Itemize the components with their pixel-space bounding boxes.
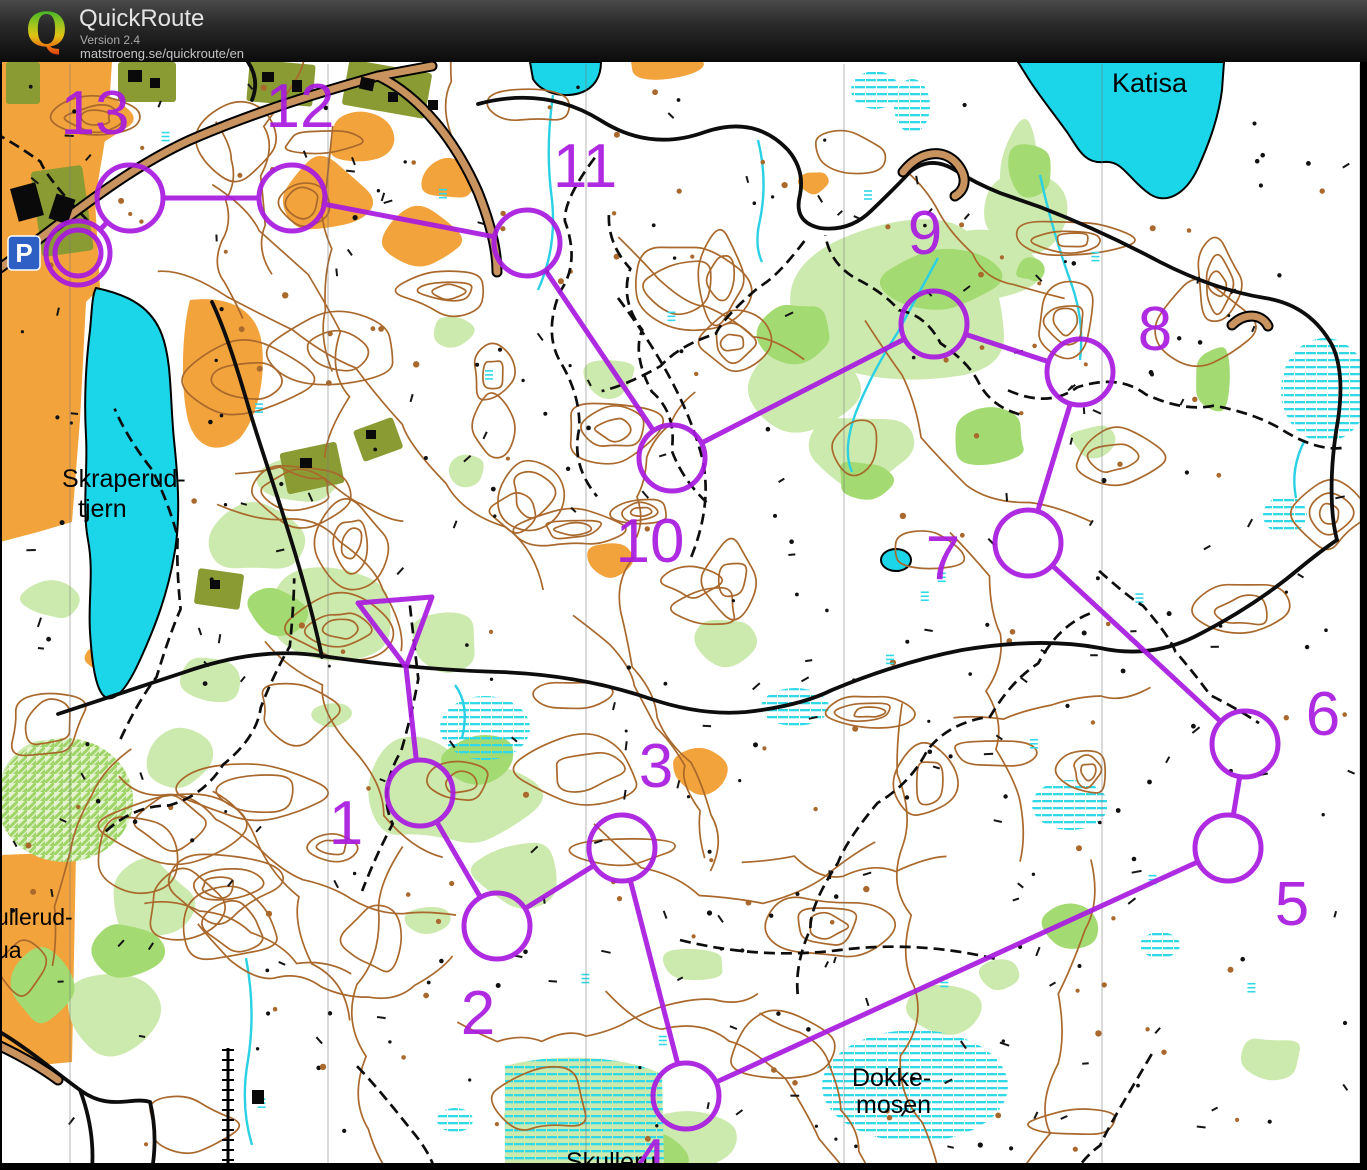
quickroute-logo-icon: Q xyxy=(26,2,67,60)
control-number: 8 xyxy=(1138,295,1172,364)
control-number: 13 xyxy=(61,79,130,148)
quickroute-window: Q QuickRoute Version 2.4 matstroeng.se/q… xyxy=(0,0,1367,1170)
course-leg xyxy=(101,223,106,228)
app-version: Version 2.4 xyxy=(80,33,140,47)
map-canvas[interactable]: Katisa Skraperud-tjern ullerud-ua Dokke-mos… xyxy=(0,0,1367,1170)
control-number: 6 xyxy=(1306,680,1340,749)
place-label: Skraperud- xyxy=(62,465,186,493)
control-number: 1 xyxy=(329,789,363,858)
control-number: 9 xyxy=(908,199,942,268)
control-number: 2 xyxy=(461,979,495,1048)
control-number: 3 xyxy=(639,732,673,801)
place-label: Katisa xyxy=(1112,68,1188,98)
place-label: Dokke- xyxy=(852,1064,931,1092)
place-label: tjern xyxy=(78,495,127,523)
place-label: mosen xyxy=(856,1091,931,1119)
map-paper xyxy=(0,62,1367,1170)
control-number: 7 xyxy=(926,524,960,593)
place-label: ua xyxy=(0,937,22,963)
control-number: 11 xyxy=(553,132,617,201)
app-title: QuickRoute xyxy=(79,5,204,33)
control-number: 10 xyxy=(616,507,685,576)
app-url: matstroeng.se/quickroute/en xyxy=(80,46,244,61)
parking-symbol-layer: P xyxy=(8,236,40,270)
parking-letter: P xyxy=(15,238,32,268)
control-number: 12 xyxy=(266,72,335,141)
app-header: Q QuickRoute Version 2.4 matstroeng.se/q… xyxy=(0,0,1367,62)
place-label: ullerud- xyxy=(0,904,73,930)
control-number: 5 xyxy=(1275,870,1309,939)
